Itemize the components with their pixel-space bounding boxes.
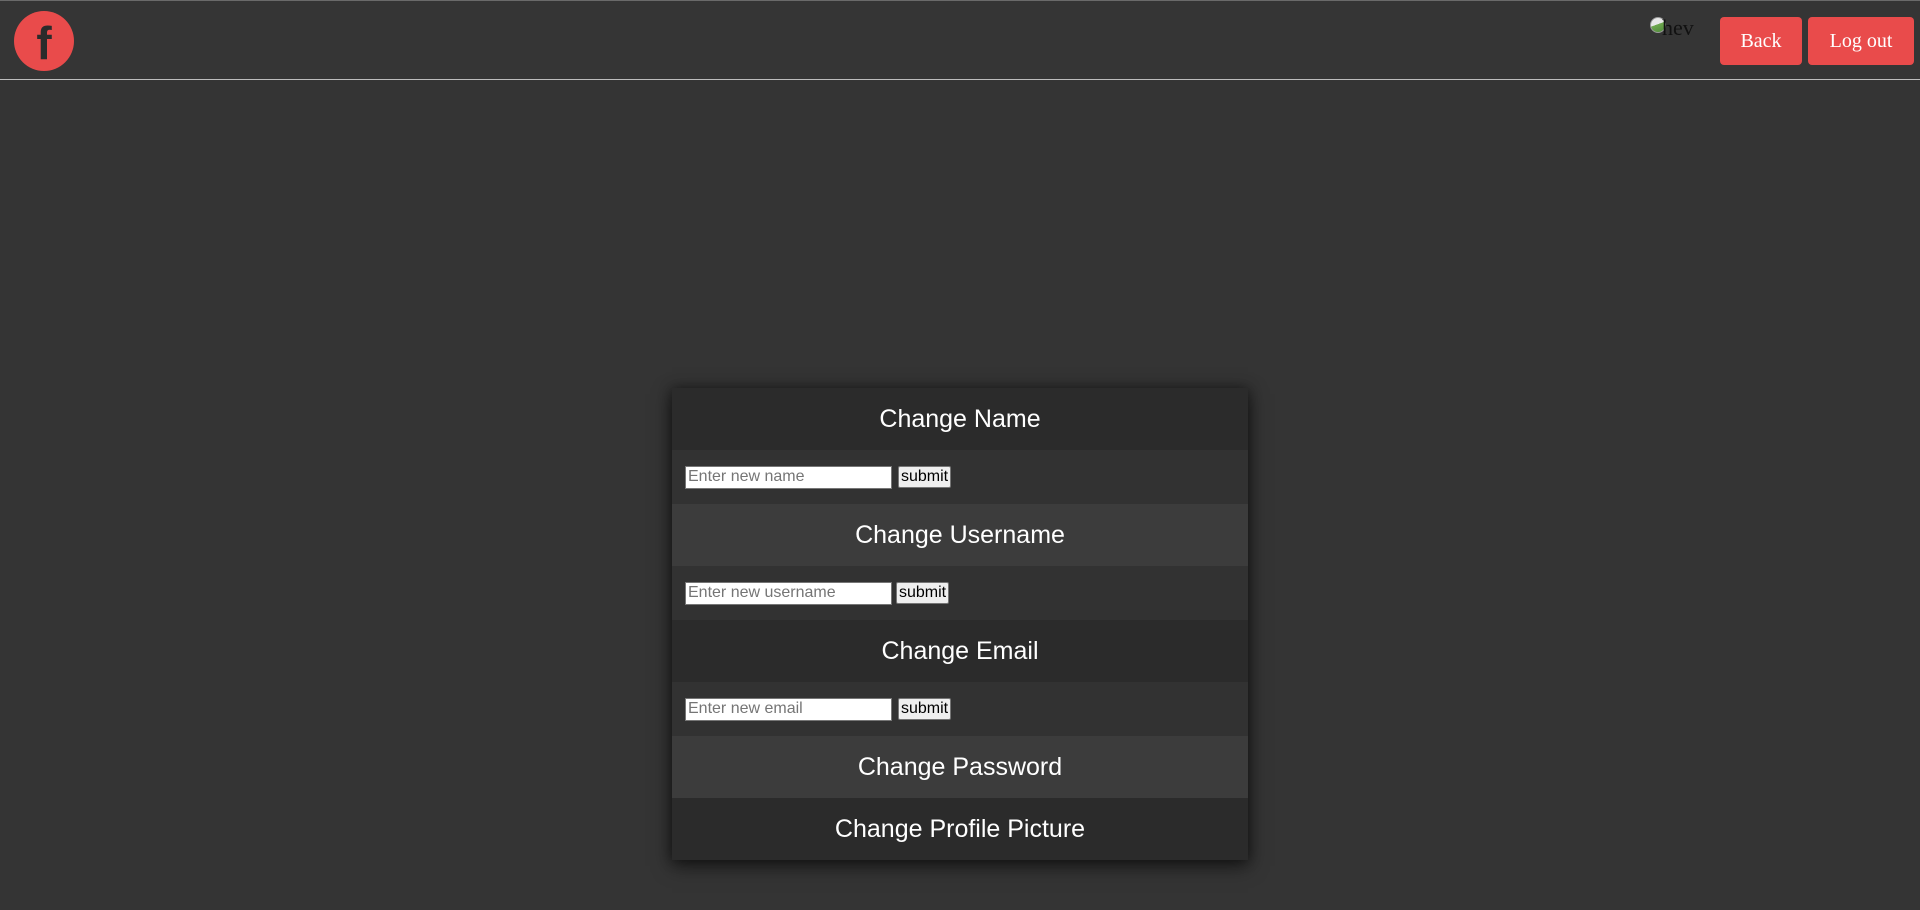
settings-panel: Change Name submit Change Username submi… — [672, 388, 1248, 860]
profile-image-alt-text: hev — [1662, 15, 1694, 40]
logout-button[interactable]: Log out — [1808, 17, 1914, 65]
change-name-form: submit — [672, 450, 1248, 504]
change-username-heading[interactable]: Change Username — [672, 504, 1248, 566]
change-profile-picture-heading[interactable]: Change Profile Picture — [672, 798, 1248, 860]
change-password-heading[interactable]: Change Password — [672, 736, 1248, 798]
new-name-input[interactable] — [685, 465, 892, 489]
submit-username-button[interactable]: submit — [896, 582, 950, 604]
top-navbar: f hev Back Log out — [0, 0, 1920, 80]
submit-name-button[interactable]: submit — [898, 466, 952, 488]
profile-image[interactable]: hev — [1650, 15, 1694, 40]
facebook-logo-icon[interactable]: f — [14, 11, 74, 71]
back-button[interactable]: Back — [1720, 17, 1802, 65]
change-email-form: submit — [672, 682, 1248, 736]
change-username-form: submit — [672, 566, 1248, 620]
new-email-input[interactable] — [685, 697, 892, 721]
change-email-heading[interactable]: Change Email — [672, 620, 1248, 682]
submit-email-button[interactable]: submit — [898, 698, 952, 720]
change-name-heading[interactable]: Change Name — [672, 388, 1248, 450]
new-username-input[interactable] — [685, 581, 892, 605]
